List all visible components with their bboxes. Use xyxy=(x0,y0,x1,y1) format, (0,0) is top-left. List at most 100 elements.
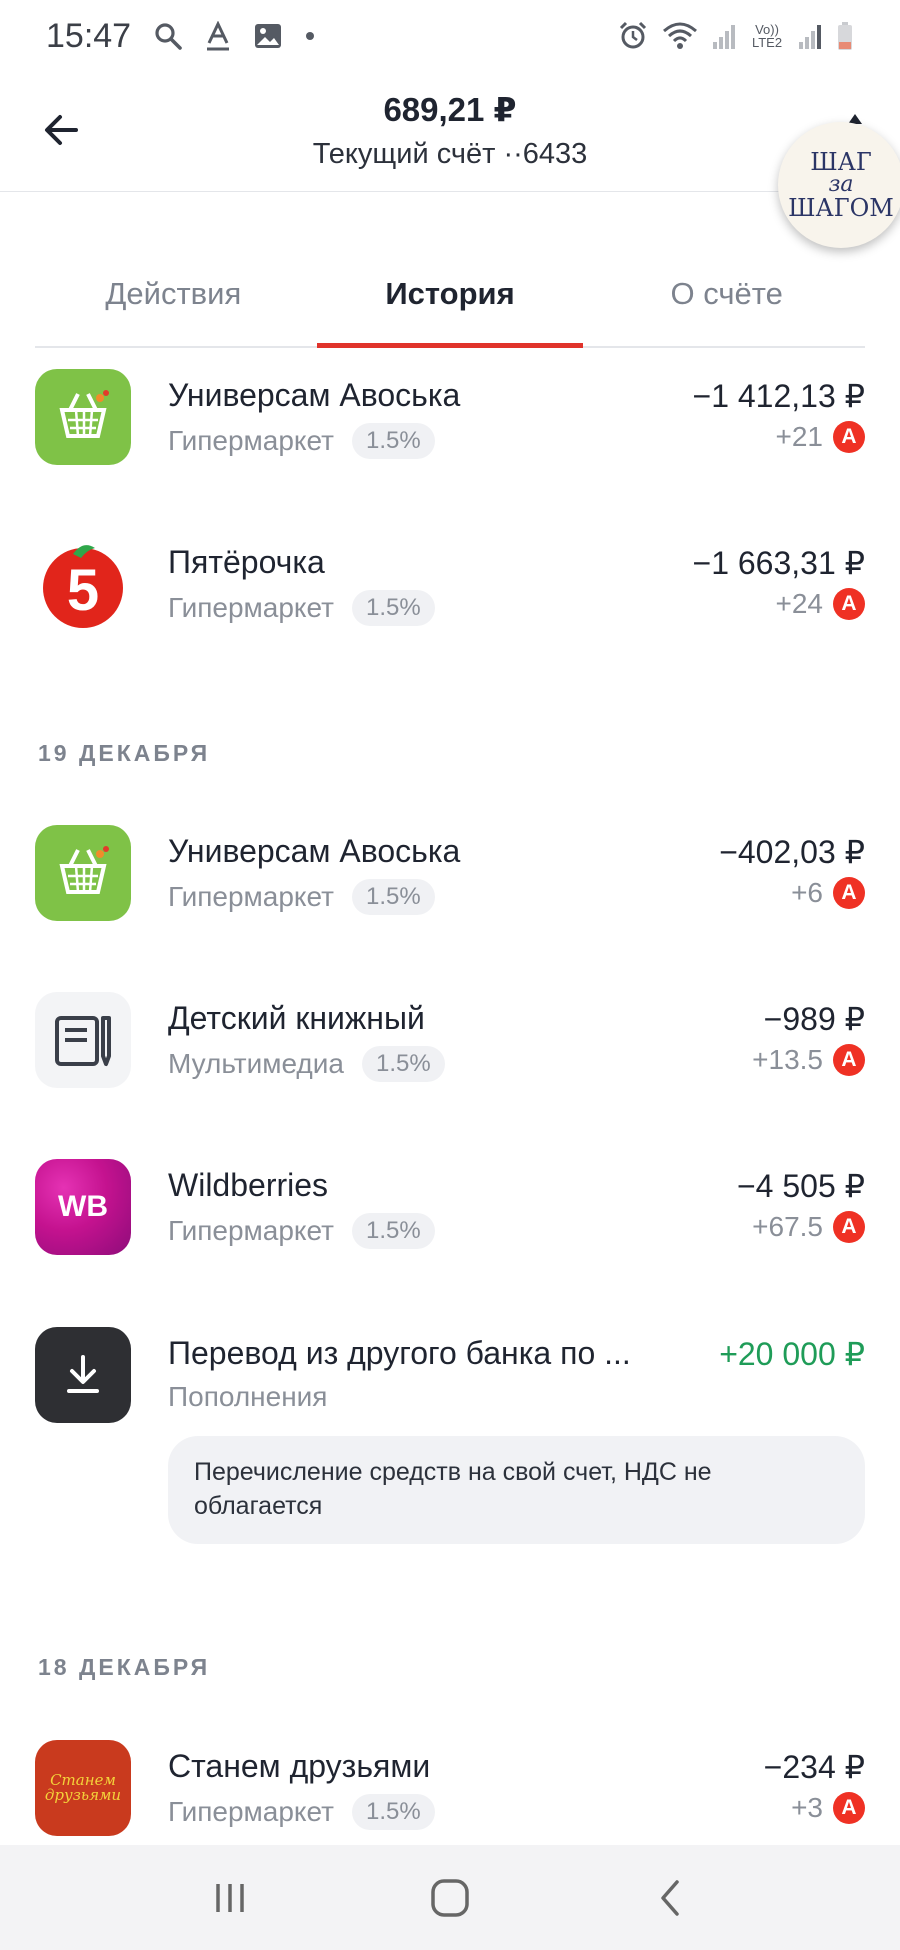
dot-icon xyxy=(306,32,315,40)
wb-icon: WB xyxy=(35,1159,131,1255)
alfa-bank-icon: А xyxy=(833,421,865,453)
category-label: Гипермаркет xyxy=(168,592,334,623)
system-nav-bar xyxy=(0,1845,900,1950)
transaction-row[interactable]: Универсам Авоська Гипермаркет 1.5% −402,… xyxy=(0,823,900,933)
image-icon xyxy=(255,24,282,48)
battery-icon xyxy=(838,22,852,50)
status-bar: 15:47 Vo)) LTE2 xyxy=(0,0,900,72)
bonus-value: +3 xyxy=(791,1792,823,1823)
bonus-points: +21 А xyxy=(775,421,865,453)
cashback-badge: 1.5% xyxy=(351,879,435,915)
stanem-logo-text: Станем друзьями xyxy=(44,1771,122,1804)
stanem-druzyami-icon: Станем друзьями xyxy=(35,1740,131,1836)
bonus-value: +6 xyxy=(791,877,823,908)
transaction-note: Перечисление средств на свой счет, НДС н… xyxy=(168,1436,865,1544)
transaction-list: Универсам Авоська Гипермаркет 1.5% −1 41… xyxy=(0,350,900,1845)
tab-about-account[interactable]: О счёте xyxy=(588,250,865,346)
transaction-amount: −402,03 ₽ xyxy=(719,834,865,870)
transaction-category: Гипермаркет 1.5% xyxy=(168,590,435,626)
alfa-bank-icon: А xyxy=(833,1211,865,1243)
category-label: Гипермаркет xyxy=(168,1796,334,1827)
volte-label: Vo)) LTE2 xyxy=(751,22,783,50)
alarm-icon xyxy=(619,21,647,49)
category-label: Мультимедиа xyxy=(168,1048,344,1079)
wb-logo-text: WB xyxy=(58,1190,108,1223)
bonus-points: +3 А xyxy=(791,1792,865,1824)
transaction-category: Мультимедиа 1.5% xyxy=(168,1046,445,1082)
transaction-category: Гипермаркет 1.5% xyxy=(168,423,435,459)
merchant-name: Перевод из другого банка по ... xyxy=(168,1335,631,1371)
transaction-amount: −4 505 ₽ xyxy=(736,1168,865,1204)
search-icon xyxy=(155,23,182,50)
transaction-category: Гипермаркет 1.5% xyxy=(168,1794,435,1830)
transaction-row[interactable]: 5 Пятёрочка Гипермаркет 1.5% −1 663,31 ₽… xyxy=(0,534,900,644)
category-label: Гипермаркет xyxy=(168,1215,334,1246)
alfa-bank-icon: А xyxy=(833,1792,865,1824)
tab-history[interactable]: История xyxy=(312,250,589,348)
status-time: 15:47 xyxy=(46,16,132,55)
date-header: 19 ДЕКАБРЯ xyxy=(38,740,211,766)
book-icon xyxy=(35,992,131,1088)
avoska-basket-icon xyxy=(35,369,131,465)
category-label: Гипермаркет xyxy=(168,881,334,912)
cashback-badge: 1.5% xyxy=(351,1213,435,1249)
cashback-badge: 1.5% xyxy=(361,1046,445,1082)
text-icon xyxy=(207,21,230,51)
transaction-row[interactable]: WB Wildberries Гипермаркет 1.5% −4 505 ₽… xyxy=(0,1157,900,1267)
badge-line-3: ШАГОМ xyxy=(788,194,894,222)
cashback-badge: 1.5% xyxy=(351,1794,435,1830)
alfa-bank-icon: А xyxy=(833,588,865,620)
signal-icon xyxy=(799,25,821,49)
tab-bar: Действия История О счёте xyxy=(35,250,865,348)
merchant-name: Детский книжный xyxy=(168,1000,425,1036)
date-header: 18 ДЕКАБРЯ xyxy=(38,1654,211,1680)
transaction-row[interactable]: Детский книжный Мультимедиа 1.5% −989 ₽ … xyxy=(0,990,900,1100)
recent-apps-button[interactable] xyxy=(200,1868,260,1928)
transaction-row[interactable]: Универсам Авоська Гипермаркет 1.5% −1 41… xyxy=(0,367,900,477)
signal-icon xyxy=(713,25,735,49)
category-label: Гипермаркет xyxy=(168,425,334,456)
back-icon xyxy=(661,1879,679,1916)
cashback-badge: 1.5% xyxy=(351,590,435,626)
bonus-value: +67.5 xyxy=(752,1211,823,1242)
home-icon xyxy=(431,1878,469,1917)
account-balance: 689,21 ₽ xyxy=(383,91,517,128)
back-button[interactable] xyxy=(640,1868,700,1928)
avoska-basket-icon xyxy=(35,825,131,921)
transaction-amount: −234 ₽ xyxy=(763,1749,865,1785)
bonus-value: +21 xyxy=(775,421,824,452)
merchant-name: Пятёрочка xyxy=(168,544,325,580)
category-label: Пополнения xyxy=(168,1381,328,1412)
wifi-icon xyxy=(663,22,697,49)
cashback-badge: 1.5% xyxy=(351,423,435,459)
transaction-category: Пополнения xyxy=(168,1381,327,1413)
bonus-points: +6 А xyxy=(791,877,865,909)
transaction-amount: −1 412,13 ₽ xyxy=(692,378,866,414)
bonus-value: +13.5 xyxy=(752,1044,823,1075)
transaction-row[interactable]: Станем друзьями Станем друзьями Гипермар… xyxy=(0,1738,900,1845)
transaction-category: Гипермаркет 1.5% xyxy=(168,879,435,915)
recent-apps-icon xyxy=(216,1883,244,1912)
transaction-amount: −1 663,31 ₽ xyxy=(692,545,866,581)
bonus-value: +24 xyxy=(775,588,824,619)
alfa-bank-icon: А xyxy=(833,1044,865,1076)
app-header: 689,21 ₽ Текущий счёт ··6433 xyxy=(0,72,900,192)
merchant-name: Универсам Авоська xyxy=(168,833,461,869)
pyaterochka-5-icon: 5 xyxy=(35,536,131,632)
badge-line-2: за xyxy=(828,172,854,197)
svg-text:5: 5 xyxy=(67,558,99,623)
alfa-bank-icon: А xyxy=(833,877,865,909)
transaction-amount: −989 ₽ xyxy=(763,1001,865,1037)
account-name[interactable]: Текущий счёт ··6433 xyxy=(0,138,900,171)
home-button[interactable] xyxy=(420,1868,480,1928)
badge-line-1: ШАГ xyxy=(810,148,872,176)
transaction-category: Гипермаркет 1.5% xyxy=(168,1213,435,1249)
merchant-name: Станем друзьями xyxy=(168,1748,431,1784)
tab-actions[interactable]: Действия xyxy=(35,250,312,346)
merchant-name: Универсам Авоська xyxy=(168,377,461,413)
step-by-step-badge: ШАГ за ШАГОМ xyxy=(778,122,900,248)
transaction-row[interactable]: Перевод из другого банка по ... Пополнен… xyxy=(0,1325,900,1435)
transaction-amount: +20 000 ₽ xyxy=(719,1336,865,1372)
bonus-points: +24 А xyxy=(775,588,865,620)
download-icon xyxy=(35,1327,131,1423)
